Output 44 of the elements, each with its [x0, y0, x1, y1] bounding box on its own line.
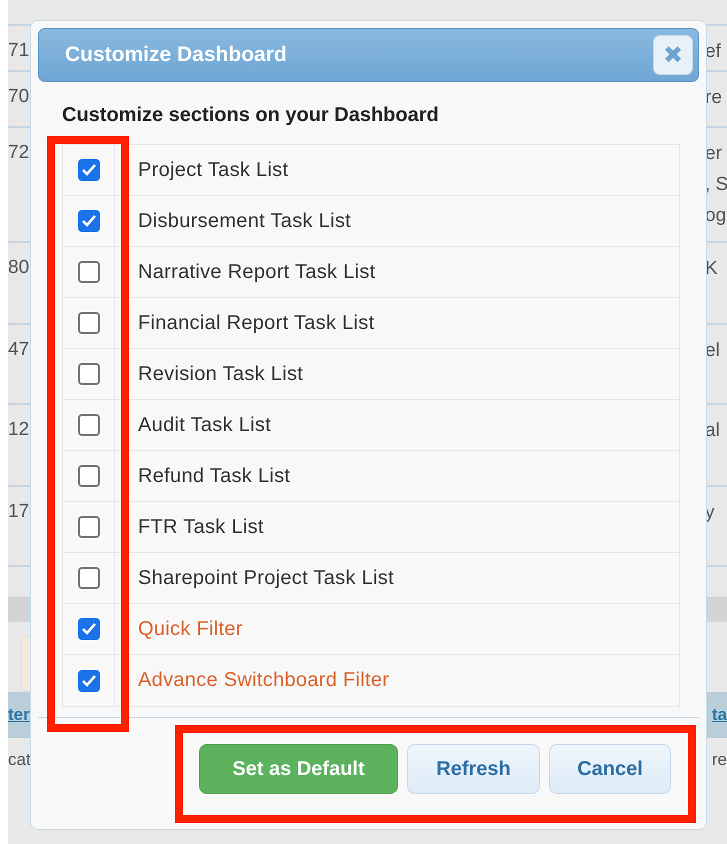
table-cell-text: 70: [8, 86, 30, 109]
table-cell-text: 80: [8, 257, 30, 280]
checkbox[interactable]: [78, 414, 100, 436]
checkbox[interactable]: [78, 516, 100, 538]
table-cell-text: 12: [8, 419, 30, 442]
table-cell: cat: [8, 750, 31, 770]
checkbox[interactable]: [78, 618, 100, 640]
dialog-button[interactable]: Refresh: [407, 744, 540, 794]
table-cell-text: 72: [8, 142, 30, 165]
column-header-link[interactable]: ter: [8, 705, 30, 725]
checkbox[interactable]: [78, 567, 100, 589]
section-label: Refund Task List: [138, 464, 290, 488]
table-cell-text: , S: [705, 173, 727, 197]
set-default-button[interactable]: Set as Default: [199, 744, 398, 794]
section-label: Audit Task List: [138, 414, 272, 436]
checkbox[interactable]: [78, 465, 100, 487]
dialog-button[interactable]: Cancel: [549, 744, 671, 794]
checkbox[interactable]: [78, 363, 100, 385]
dialog-subtitle: Customize sections on your Dashboard: [62, 104, 440, 127]
check-icon: [80, 674, 96, 688]
table-cell-text: 71: [8, 40, 30, 63]
section-label: FTR Task List: [138, 516, 264, 538]
section-label: Sharepoint Project Task List: [138, 566, 394, 590]
section-label: Quick Filter: [138, 618, 243, 640]
checkbox[interactable]: [78, 261, 100, 283]
checkbox[interactable]: [78, 670, 100, 692]
checkbox[interactable]: [78, 210, 100, 232]
checkbox[interactable]: [78, 159, 100, 181]
column-header-link[interactable]: ta: [712, 705, 727, 725]
check-icon: [80, 163, 96, 177]
close-button[interactable]: ✖: [653, 35, 693, 75]
table-cell-text: 47: [8, 339, 30, 362]
section-label: Project Task List: [138, 158, 288, 182]
check-icon: [80, 622, 96, 636]
table-cell: re: [712, 750, 727, 770]
section-label: Advance Switchboard Filter: [138, 669, 390, 692]
section-label: Revision Task List: [138, 362, 304, 386]
section-label: Narrative Report Task List: [138, 260, 376, 284]
section-label: Financial Report Task List: [138, 312, 374, 334]
section-label: Disbursement Task List: [138, 210, 351, 232]
dialog-title: Customize Dashboard: [65, 43, 287, 67]
table-cell-text: 17: [8, 501, 30, 524]
checkbox[interactable]: [78, 312, 100, 334]
check-icon: [80, 214, 96, 228]
